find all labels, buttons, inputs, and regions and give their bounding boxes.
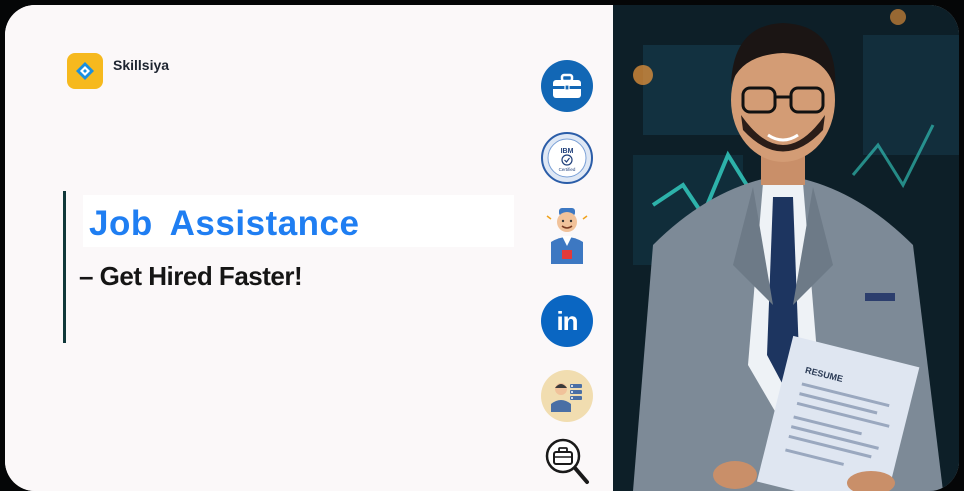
briefcase-icon [541,60,593,112]
feature-icon-column: IBM Certified in [537,60,603,491]
job-search-icon [541,436,593,488]
ibm-badge-label: IBM [561,148,574,155]
linkedin-label: in [556,305,578,336]
page-subtitle: – Get Hired Faster! [79,261,303,291]
skillsiya-logo-icon [67,53,103,89]
interviewer-icon [541,208,593,264]
page-title: Job Assistance [89,204,360,243]
linkedin-icon: in [541,295,593,347]
recruiter-icon [541,370,593,422]
hero-photo: RESUME [613,5,959,491]
headline-accent-bar [63,191,66,343]
ibm-badge-sublabel: Certified [559,167,576,172]
hero-headline-block: Job Assistance – Get Hired Faster! [63,191,515,343]
job-assistance-banner: Skillsiya Job Assistance – Get Hired Fas… [5,5,959,491]
professional-man-illustration: RESUME [613,5,959,491]
brand-name: Skillsiya [113,57,170,73]
brand-logo[interactable]: Skillsiya [67,53,169,89]
banner-left-panel: Skillsiya Job Assistance – Get Hired Fas… [5,5,613,491]
ibm-certified-badge-icon: IBM Certified [541,132,593,184]
